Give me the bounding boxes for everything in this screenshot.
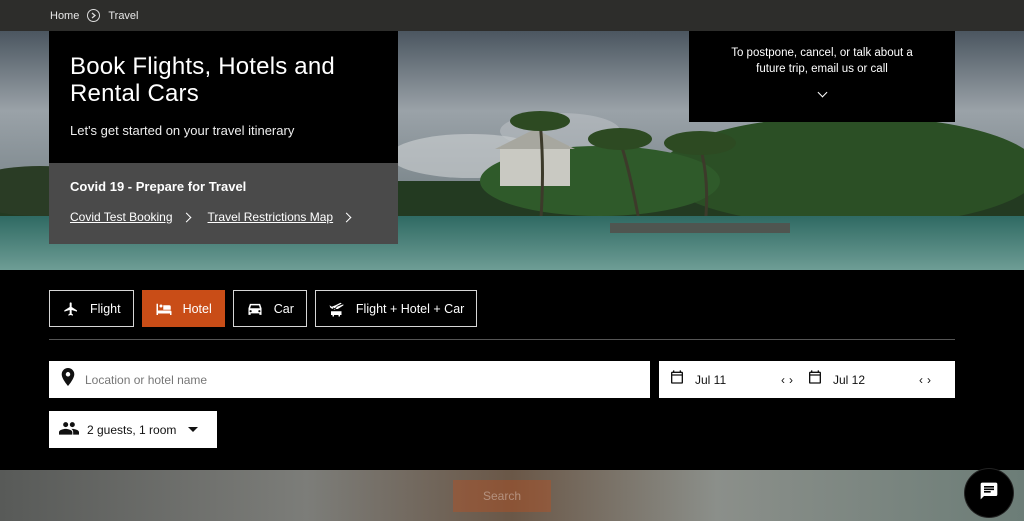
contact-text-line2: future trip, email us or call <box>756 63 888 75</box>
covid-links: Covid Test Booking Travel Restrictions M… <box>70 210 377 224</box>
location-field[interactable] <box>49 361 650 398</box>
tab-hotel-label: Hotel <box>182 301 212 316</box>
guests-label: 2 guests, 1 room <box>87 422 177 437</box>
travel-restrictions-map-link[interactable]: Travel Restrictions Map <box>208 210 334 224</box>
chat-button[interactable] <box>965 469 1013 517</box>
tab-flight-hotel-car-label: Flight + Hotel + Car <box>355 301 465 316</box>
calendar-icon <box>669 369 685 390</box>
page-title: Book Flights, Hotels and Rental Cars <box>70 53 377 107</box>
checkin-label: Jul 11 <box>695 372 727 387</box>
covid-test-booking-link[interactable]: Covid Test Booking <box>70 210 173 224</box>
search-button[interactable]: Search <box>453 480 551 512</box>
location-input[interactable] <box>85 372 585 387</box>
people-icon <box>59 421 79 438</box>
tab-car-label: Car <box>273 301 294 316</box>
contact-card[interactable]: To postpone, cancel, or talk about a fut… <box>689 31 955 122</box>
guests-dropdown[interactable]: 2 guests, 1 room <box>49 411 217 448</box>
booking-tabs: Flight Hotel Car Flight + Hotel + Car <box>49 290 478 327</box>
tab-hotel[interactable]: Hotel <box>141 290 225 327</box>
breadcrumb: Home Travel <box>0 0 1024 31</box>
chevron-right-circle-icon <box>87 9 101 22</box>
date-range-picker[interactable]: Jul 11 ‹› Jul 12 ‹› <box>659 361 955 398</box>
bed-icon <box>155 300 173 318</box>
booking-panel: Flight Hotel Car Flight + Hotel + Car Lo… <box>0 270 1024 470</box>
page-title-line1: Book Flights, Hotels and <box>70 53 335 80</box>
tab-flight-label: Flight <box>90 301 121 316</box>
tab-car[interactable]: Car <box>232 290 307 327</box>
flight-hotel-car-icon <box>328 300 346 318</box>
caret-down-icon <box>188 427 199 432</box>
chevron-down-icon[interactable] <box>817 87 827 98</box>
page-title-line2: Rental Cars <box>70 80 199 107</box>
checkin-prev-next-arrows[interactable]: ‹› <box>781 373 797 387</box>
airplane-icon <box>62 300 80 318</box>
breadcrumb-home[interactable]: Home <box>50 10 79 22</box>
car-icon <box>246 300 264 318</box>
checkin-date[interactable]: Jul 11 ‹› <box>669 369 807 390</box>
bottom-background: Search <box>0 470 1024 521</box>
contact-text-line1: To postpone, cancel, or talk about a <box>731 47 913 59</box>
chat-icon <box>979 481 999 506</box>
calendar-icon <box>807 369 823 390</box>
covid-card: Covid 19 - Prepare for Travel Covid Test… <box>49 163 398 244</box>
tab-flight-hotel-car[interactable]: Flight + Hotel + Car <box>314 290 478 327</box>
tab-flight[interactable]: Flight <box>49 290 134 327</box>
chevron-right-icon <box>341 212 352 222</box>
checkout-label: Jul 12 <box>833 372 866 387</box>
divider <box>49 339 955 340</box>
hero-card: Book Flights, Hotels and Rental Cars Let… <box>49 31 398 163</box>
checkout-date[interactable]: Jul 12 ‹› <box>807 369 945 390</box>
covid-title: Covid 19 - Prepare for Travel <box>70 179 247 194</box>
hero-subtitle: Let's get started on your travel itinera… <box>70 123 295 138</box>
chevron-right-icon <box>181 212 191 222</box>
checkout-prev-next-arrows[interactable]: ‹› <box>919 373 935 387</box>
location-pin-icon <box>61 368 75 391</box>
breadcrumb-current: Travel <box>108 9 139 22</box>
